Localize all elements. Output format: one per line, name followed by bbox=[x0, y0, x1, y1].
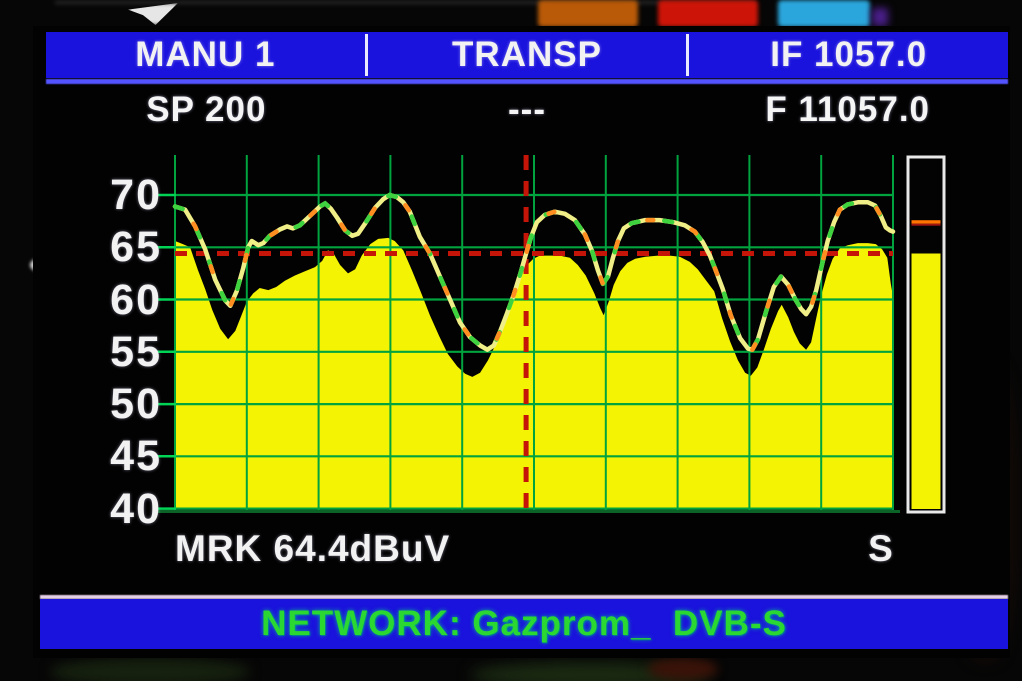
subheader-row: SP 200 --- F 11057.0 bbox=[46, 88, 1008, 132]
background-blue-object bbox=[778, 0, 870, 27]
background-orange-object bbox=[538, 0, 638, 27]
placeholder-dashes: --- bbox=[367, 90, 688, 130]
transponder-label: TRANSP bbox=[368, 35, 687, 75]
background-bottom-blob bbox=[648, 658, 718, 680]
status-flag: S bbox=[858, 528, 904, 570]
header-bar: MANU 1 TRANSP IF 1057.0 bbox=[46, 32, 1008, 78]
y-axis-tick-45: 45 bbox=[82, 436, 162, 476]
y-axis-tick-40: 40 bbox=[82, 489, 162, 529]
background-red-object bbox=[658, 0, 758, 27]
y-axis-tick-70: 70 bbox=[82, 175, 162, 215]
background-bottom-blob bbox=[50, 658, 250, 681]
background-streak bbox=[55, 1, 755, 4]
frequency-readout: F 11057.0 bbox=[687, 90, 1008, 130]
marker-level-readout: MRK 64.4dBuV bbox=[175, 528, 450, 570]
y-axis-tick-55: 55 bbox=[82, 332, 162, 372]
background-triangle-shape bbox=[128, 3, 178, 25]
mode-label: MANU 1 bbox=[46, 35, 365, 75]
network-name-label: NETWORK: Gazprom_ DVB-S bbox=[261, 604, 787, 644]
y-axis-tick-65: 65 bbox=[82, 227, 162, 267]
if-frequency-label: IF 1057.0 bbox=[689, 35, 1008, 75]
background-purple-object bbox=[872, 8, 888, 26]
footer-bar: NETWORK: Gazprom_ DVB-S bbox=[40, 599, 1008, 649]
span-readout: SP 200 bbox=[46, 90, 367, 130]
y-axis-tick-50: 50 bbox=[82, 384, 162, 424]
header-underline bbox=[46, 79, 1008, 84]
meter-photo: MANU 1 TRANSP IF 1057.0 SP 200 --- F 110… bbox=[0, 0, 1022, 681]
y-axis-tick-60: 60 bbox=[82, 280, 162, 320]
